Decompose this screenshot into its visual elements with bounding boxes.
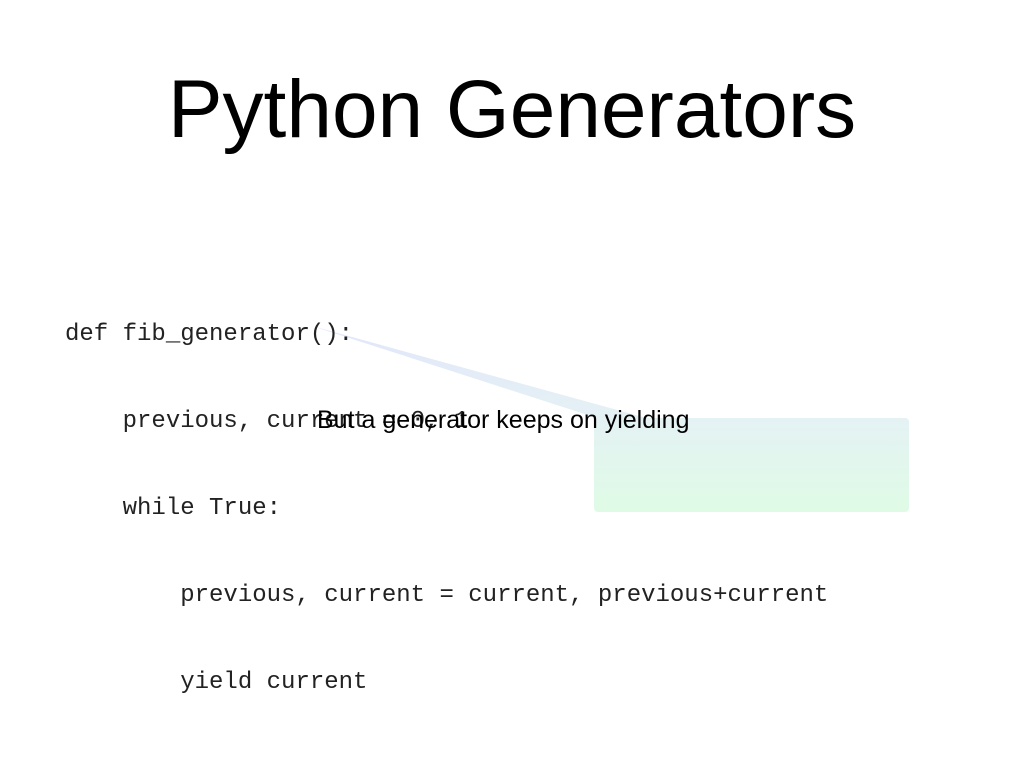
callout-text: But a generator keeps on yielding <box>317 406 690 434</box>
code-line: yield current <box>65 669 368 696</box>
slide: Python Generators def fib_generator(): p… <box>0 0 1024 768</box>
code-line: previous, current = current, previous+cu… <box>65 582 829 609</box>
code-line: def fib_generator(): <box>65 321 354 348</box>
code-line: while True: <box>65 495 282 522</box>
code-block: def fib_generator(): previous, current =… <box>65 262 828 755</box>
